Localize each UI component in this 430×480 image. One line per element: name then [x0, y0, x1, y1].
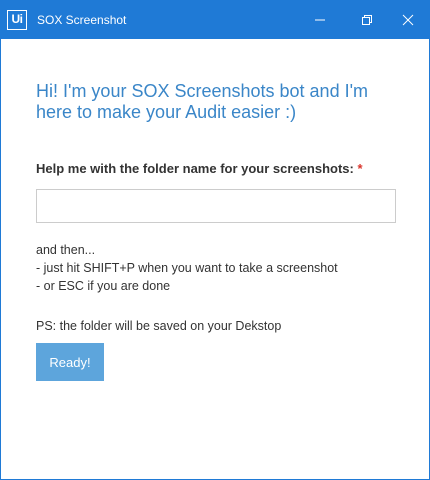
uipath-logo-icon: Ui — [7, 10, 27, 30]
minimize-icon — [315, 19, 325, 21]
greeting-heading: Hi! I'm your SOX Screenshots bot and I'm… — [36, 81, 369, 122]
restore-button[interactable] — [348, 1, 386, 39]
instruction-line: - just hit SHIFT+P when you want to take… — [36, 261, 338, 275]
close-button[interactable] — [389, 1, 427, 39]
close-icon — [402, 14, 414, 26]
instruction-line: and then... — [36, 243, 96, 257]
folder-name-label-text: Help me with the folder name for your sc… — [36, 161, 354, 176]
required-marker: * — [357, 161, 363, 176]
instructions: and then... - just hit SHIFT+P when you … — [36, 241, 338, 295]
ready-button[interactable]: Ready! — [36, 343, 104, 381]
instruction-line: - or ESC if you are done — [36, 279, 171, 293]
dialog-content: Hi! I'm your SOX Screenshots bot and I'm… — [1, 39, 429, 479]
folder-name-label: Help me with the folder name for your sc… — [36, 161, 363, 176]
restore-icon — [362, 15, 372, 25]
window-title: SOX Screenshot — [37, 13, 127, 27]
ps-note: PS: the folder will be saved on your Dek… — [36, 319, 282, 333]
folder-name-input[interactable] — [36, 189, 396, 223]
minimize-button[interactable] — [301, 1, 339, 39]
sox-screenshot-window: Ui SOX Screenshot Hi! I'm your SOX Scree… — [0, 0, 430, 480]
title-bar[interactable]: Ui SOX Screenshot — [1, 1, 429, 39]
